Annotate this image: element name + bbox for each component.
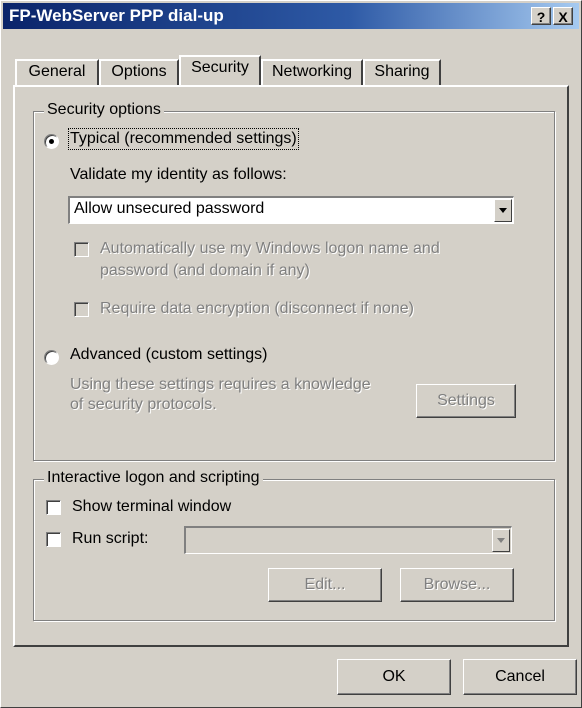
run-script-label[interactable]: Run script: [72, 530, 148, 548]
advanced-note-line1: Using these settings requires a knowledg… [70, 376, 371, 393]
validate-identity-value: Allow unsecured password [74, 200, 265, 217]
window-title: FP-WebServer PPP dial-up [9, 6, 224, 25]
validate-label: Validate my identity as follows: [70, 166, 287, 183]
dropdown-button[interactable] [494, 199, 512, 222]
interactive-logon-title: Interactive logon and scripting [44, 469, 263, 487]
tab-options[interactable]: Options [99, 59, 179, 85]
show-terminal-label[interactable]: Show terminal window [72, 498, 231, 516]
advanced-radio[interactable] [44, 350, 59, 365]
auto-logon-checkbox[interactable] [74, 242, 89, 257]
script-select[interactable] [184, 526, 512, 554]
edit-button[interactable]: Edit... [268, 568, 382, 602]
tab-security[interactable]: Security [179, 55, 261, 85]
advanced-label[interactable]: Advanced (custom settings) [70, 346, 267, 364]
validate-identity-select[interactable]: Allow unsecured password [68, 196, 514, 224]
cancel-button-label: Cancel [495, 668, 545, 685]
advanced-note-line2: of security protocols. [70, 396, 217, 413]
tab-security-label: Security [191, 59, 249, 76]
chevron-down-icon [497, 538, 505, 543]
script-dropdown-button[interactable] [492, 529, 510, 552]
auto-logon-label-line1: Automatically use my Windows logon name … [100, 240, 440, 257]
show-terminal-checkbox[interactable] [46, 500, 61, 515]
interactive-logon-group: Interactive logon and scripting Show ter… [33, 469, 555, 621]
security-tab-panel: Security options Typical (recommended se… [13, 85, 569, 647]
browse-button[interactable]: Browse... [400, 568, 514, 602]
settings-button[interactable]: Settings [416, 384, 516, 418]
tab-sharing[interactable]: Sharing [363, 59, 441, 85]
ok-button[interactable]: OK [337, 659, 451, 695]
run-script-checkbox[interactable] [46, 532, 61, 547]
security-options-title: Security options [44, 101, 164, 119]
radio-selected-dot [49, 139, 54, 144]
edit-button-label: Edit... [304, 576, 346, 593]
auto-logon-label-line2: password (and domain if any) [100, 262, 310, 279]
browse-button-label: Browse... [423, 576, 491, 593]
cancel-button[interactable]: Cancel [463, 659, 577, 695]
ok-button-label: OK [382, 668, 406, 685]
tab-general[interactable]: General [15, 59, 99, 85]
require-encryption-checkbox[interactable] [74, 302, 89, 317]
security-options-group: Security options Typical (recommended se… [33, 101, 555, 461]
chevron-down-icon [499, 208, 507, 213]
typical-radio[interactable] [44, 134, 59, 149]
require-encryption-label: Require data encryption (disconnect if n… [100, 300, 414, 317]
close-button[interactable]: X [553, 7, 573, 25]
title-bar[interactable]: FP-WebServer PPP dial-up ? X [3, 3, 579, 29]
help-button[interactable]: ? [531, 7, 551, 25]
settings-button-label: Settings [437, 392, 495, 409]
typical-label[interactable]: Typical (recommended settings) [68, 128, 299, 150]
dialog-window: FP-WebServer PPP dial-up ? X General Opt… [0, 0, 582, 708]
tab-networking[interactable]: Networking [261, 59, 363, 85]
